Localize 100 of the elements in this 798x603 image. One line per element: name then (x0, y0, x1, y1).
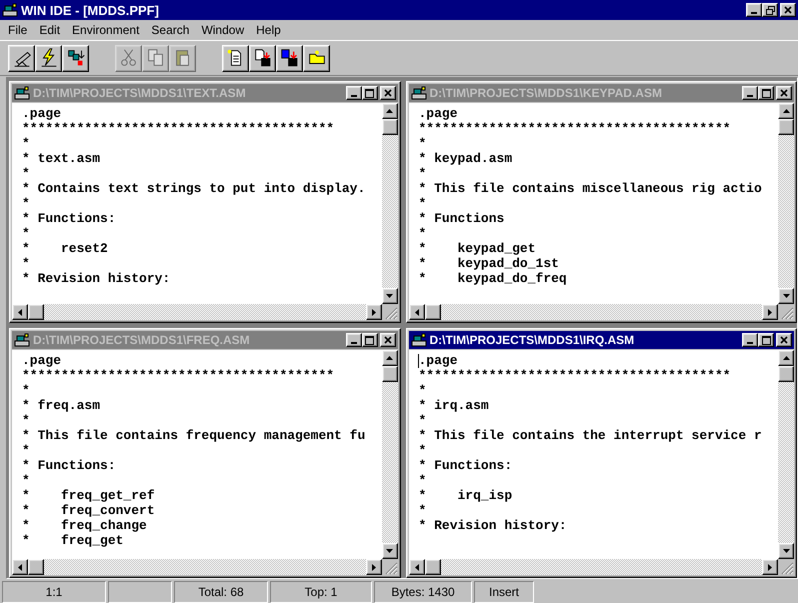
scroll-down-button[interactable] (778, 288, 794, 304)
editor-window[interactable]: D:\TIM\PROJECTS\MDDS1\TEXT.ASM .page **************************************** * * text.asm * * Contains text strings to put into display. * * Functions: * * reset2 * * Revision history: (9, 81, 400, 323)
minimize-button[interactable] (346, 86, 362, 100)
minimize-button[interactable] (346, 333, 362, 347)
code-line: * (418, 443, 428, 458)
vertical-scrollbar[interactable] (382, 103, 398, 304)
horizontal-scrollbar[interactable] (408, 559, 778, 575)
toolbar-button[interactable] (276, 44, 303, 72)
close-icon (384, 336, 392, 344)
editor-window[interactable]: D:\TIM\PROJECTS\MDDS1\IRQ.ASM .page **************************************** * * irq.asm * * This file contains the interrupt service r * * Functions: * * irq_isp * * Revision history: (406, 328, 797, 578)
scroll-right-button[interactable] (366, 304, 382, 320)
close-icon (780, 336, 788, 344)
vertical-scrollbar[interactable] (382, 350, 398, 559)
status-pane: Total: 68 (174, 581, 268, 603)
horizontal-scrollbar[interactable] (408, 304, 778, 320)
code-line: **************************************** (22, 121, 336, 136)
code-line: * Functions: (22, 458, 117, 473)
code-line: * Revision history: (418, 518, 568, 533)
scroll-thumb[interactable] (778, 119, 794, 135)
toolbar-button[interactable] (35, 44, 62, 72)
toolbar-button[interactable] (222, 44, 249, 72)
code-line: * This file contains frequency management fu (22, 428, 366, 443)
code-line: * (418, 473, 428, 488)
scroll-left-button[interactable] (408, 304, 424, 320)
menu-item[interactable]: Environment (66, 22, 146, 38)
menu-item[interactable]: File (2, 22, 34, 38)
menu-item[interactable]: Search (145, 22, 196, 38)
maximize-button[interactable] (758, 333, 774, 347)
close-button[interactable] (776, 333, 792, 347)
code-line: * freq_get (22, 533, 124, 548)
scroll-right-button[interactable] (366, 559, 382, 575)
restore-button[interactable] (762, 3, 778, 17)
code-line: * (418, 136, 428, 151)
maximize-button[interactable] (362, 333, 378, 347)
maximize-icon (762, 336, 770, 344)
toolbar-button[interactable] (249, 44, 276, 72)
code-line: * (22, 226, 31, 241)
minimize-button[interactable] (742, 333, 758, 347)
scroll-down-button[interactable] (382, 288, 398, 304)
editor-window[interactable] (9, 328, 400, 578)
close-button[interactable] (380, 86, 396, 100)
code-line: .page (418, 106, 459, 121)
menu-item[interactable]: Window (195, 22, 250, 38)
scroll-thumb[interactable] (382, 119, 398, 135)
right-triangle-icon (372, 308, 376, 316)
scroll-down-button[interactable] (778, 543, 794, 559)
scroll-right-button[interactable] (762, 559, 778, 575)
code-line: .page (22, 106, 62, 121)
scroll-up-button[interactable] (778, 103, 794, 119)
horizontal-scrollbar[interactable] (12, 304, 382, 320)
code-line: .page (22, 353, 62, 368)
menu-item[interactable]: Help (250, 22, 287, 38)
scroll-thumb[interactable] (382, 366, 398, 382)
code-editor[interactable]: .page **************************************** * * irq.asm * * This file contains the interrupt service r * * Functions: * * irq_isp * * Revision history: (408, 350, 778, 559)
close-icon (780, 89, 788, 97)
computer-icon (410, 86, 426, 100)
code-line: * (22, 136, 31, 151)
scroll-right-button[interactable] (762, 304, 778, 320)
code-editor[interactable]: .page **************************************** * * freq.asm * * This file contains frequency management fu * * Functions: * * freq_get_ref * freq_convert * freq_change * freq_get (12, 350, 382, 559)
scroll-left-button[interactable] (12, 304, 28, 320)
scroll-thumb[interactable] (424, 559, 440, 575)
down-triangle-icon (782, 294, 790, 298)
toolbar-button[interactable] (8, 44, 35, 72)
right-triangle-icon (768, 308, 772, 316)
scroll-left-button[interactable] (12, 559, 28, 575)
app-title-bar[interactable]: WIN IDE - [MDDS.PPF] (0, 0, 798, 20)
toolbar-button[interactable] (303, 44, 330, 72)
scroll-up-button[interactable] (382, 350, 398, 366)
close-button[interactable] (780, 3, 796, 17)
code-editor[interactable]: .page **************************************** * * keypad.asm * * This file contains miscellaneous rig actio * * Functions * * keypad_get * keypad_do_1st * keypad_do_freq (408, 103, 778, 304)
toolbar-button[interactable] (62, 44, 89, 72)
left-triangle-icon (18, 308, 22, 316)
scroll-left-button[interactable] (408, 559, 424, 575)
vertical-scrollbar[interactable] (778, 103, 794, 304)
minimize-button[interactable] (742, 86, 758, 100)
down-triangle-icon (386, 294, 393, 298)
close-button[interactable] (380, 333, 396, 347)
vertical-scrollbar[interactable] (778, 350, 794, 559)
left-triangle-icon (414, 564, 418, 570)
close-button[interactable] (776, 86, 792, 100)
status-pane: Insert (474, 581, 534, 603)
editor-window[interactable] (406, 81, 797, 323)
maximize-button[interactable] (758, 86, 774, 100)
close-icon (384, 89, 392, 97)
scroll-up-button[interactable] (778, 350, 794, 366)
scroll-down-button[interactable] (382, 543, 398, 559)
maximize-button[interactable] (362, 86, 378, 100)
window-title-bar[interactable]: D:\TIM\PROJECTS\MDDS1\IRQ.ASM (408, 331, 794, 349)
menu-item[interactable]: Edit (33, 22, 66, 38)
horizontal-scrollbar[interactable] (12, 559, 382, 575)
code-editor[interactable]: .page **************************************** * * text.asm * * Contains text strings to put into display. * * Functions: * * reset2 * * Revision history: (12, 103, 382, 304)
scroll-thumb[interactable] (28, 304, 44, 320)
scroll-thumb[interactable] (28, 559, 44, 575)
down-triangle-icon (782, 549, 790, 553)
minimize-button[interactable] (746, 3, 762, 17)
scroll-up-button[interactable] (382, 103, 398, 119)
code-line: * (418, 383, 428, 398)
scroll-thumb[interactable] (424, 304, 440, 320)
code-line: * (22, 383, 31, 398)
scroll-thumb[interactable] (778, 366, 794, 382)
